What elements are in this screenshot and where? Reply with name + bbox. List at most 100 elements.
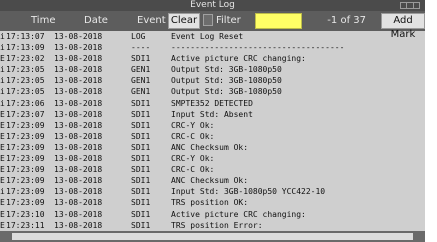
message-cell: Output Std: 3GB-1080p50	[171, 65, 282, 75]
time-cell: 17:23:07	[6, 109, 45, 119]
message-cell: Output Std: 3GB-1080p50	[171, 76, 282, 86]
log-row[interactable]: E 17:23:07 13-08-2018 SDI1 Input Std: Absent	[0, 109, 425, 120]
severity-cell: i	[0, 65, 5, 75]
message-cell: Event Log Reset	[171, 32, 244, 41]
event-cell: SDI1	[131, 54, 151, 64]
event-cell: SDI1	[131, 154, 151, 164]
time-cell: 17:13:07	[6, 32, 45, 41]
message-cell: ------------------------------------	[171, 43, 345, 53]
event-log-window: Event Log Time Date Event Clear Filter -…	[0, 0, 425, 242]
message-cell: TRS position Error:	[171, 220, 263, 230]
severity-cell: i	[0, 32, 5, 41]
filter-input[interactable]	[255, 13, 302, 29]
date-cell: 13-08-2018	[54, 154, 103, 164]
event-cell: SDI1	[131, 220, 151, 230]
log-row[interactable]: E 17:23:11 13-08-2018 SDI1 TRS position Erro…	[0, 220, 425, 231]
log-row[interactable]: i 17:13:07 13-08-2018 LOG Event Log Reset	[0, 31, 425, 42]
log-row[interactable]: E 17:23:09 13-08-2018 SDI1 CRC-Y Ok:	[0, 153, 425, 164]
date-cell: 13-08-2018	[54, 131, 103, 141]
window-controls-icon[interactable]	[400, 2, 420, 9]
column-header-date[interactable]: Date	[84, 11, 108, 31]
severity-cell: E	[0, 154, 5, 164]
message-cell: Active picture CRC changing:	[171, 54, 306, 64]
date-cell: 13-08-2018	[54, 187, 103, 197]
date-cell: 13-08-2018	[54, 87, 103, 97]
time-cell: 17:23:09	[6, 187, 45, 197]
event-cell: SDI1	[131, 131, 151, 141]
date-cell: 13-08-2018	[54, 176, 103, 186]
log-row[interactable]: i 17:23:06 13-08-2018 SDI1 SMPTE352 DETECTE…	[0, 98, 425, 109]
scrollbar-track[interactable]	[12, 233, 413, 240]
severity-cell: i	[0, 98, 5, 108]
log-row[interactable]: i 17:23:09 13-08-2018 SDI1 Input Std: 3GB-10…	[0, 186, 425, 197]
severity-cell: i	[0, 43, 5, 53]
message-cell: CRC-C Ok:	[171, 131, 215, 141]
log-row[interactable]: i 17:23:05 13-08-2018 GEN1 Output Std: 3GB-1…	[0, 64, 425, 75]
horizontal-scrollbar[interactable]	[0, 231, 425, 242]
filter-checkbox[interactable]	[203, 14, 213, 26]
event-cell: GEN1	[131, 65, 151, 75]
severity-cell: E	[0, 176, 5, 186]
time-cell: 17:23:11	[6, 220, 45, 230]
time-cell: 17:23:09	[6, 131, 45, 141]
message-cell: ANC Checksum Ok:	[171, 142, 249, 152]
log-row[interactable]: E 17:23:09 13-08-2018 SDI1 CRC-C Ok:	[0, 131, 425, 142]
event-list[interactable]: i 17:13:07 13-08-2018 LOG Event Log Reset i 17…	[0, 31, 425, 231]
log-row[interactable]: E 17:23:09 13-08-2018 SDI1 TRS position OK:	[0, 197, 425, 208]
time-cell: 17:23:02	[6, 54, 45, 64]
time-cell: 17:23:10	[6, 209, 45, 219]
log-row[interactable]: i 17:13:09 13-08-2018 ---- -----------------…	[0, 42, 425, 53]
title-bar: Event Log	[0, 0, 425, 11]
window-title: Event Log	[190, 0, 235, 10]
date-cell: 13-08-2018	[54, 209, 103, 219]
message-cell: CRC-Y Ok:	[171, 154, 215, 164]
event-cell: ----	[131, 43, 151, 53]
time-cell: 17:23:09	[6, 120, 45, 130]
severity-cell: E	[0, 109, 5, 119]
time-cell: 17:23:05	[6, 65, 45, 75]
event-cell: SDI1	[131, 176, 151, 186]
date-cell: 13-08-2018	[54, 142, 103, 152]
page-count: -1 of 37	[327, 15, 366, 26]
event-cell: GEN1	[131, 87, 151, 97]
severity-cell: E	[0, 198, 5, 208]
event-cell: SDI1	[131, 165, 151, 175]
log-row[interactable]: E 17:23:09 13-08-2018 SDI1 ANC Checksum Ok:	[0, 142, 425, 153]
event-cell: GEN1	[131, 76, 151, 86]
log-row[interactable]: E 17:23:09 13-08-2018 SDI1 CRC-Y Ok:	[0, 120, 425, 131]
message-cell: CRC-Y Ok:	[171, 120, 215, 130]
column-header-event[interactable]: Event	[137, 11, 166, 31]
log-row[interactable]: E 17:23:02 13-08-2018 SDI1 Active picture CR…	[0, 53, 425, 64]
severity-cell: E	[0, 209, 5, 219]
message-cell: Input Std: Absent	[171, 109, 253, 119]
message-cell: Output Std: 3GB-1080p50	[171, 87, 282, 97]
header-bar: Time Date Event Clear Filter -1 of 37 Ad…	[0, 11, 425, 40]
time-cell: 17:23:05	[6, 76, 45, 86]
date-cell: 13-08-2018	[54, 54, 103, 64]
log-row[interactable]: i 17:23:05 13-08-2018 GEN1 Output Std: 3GB-1…	[0, 86, 425, 97]
event-cell: SDI1	[131, 142, 151, 152]
log-row[interactable]: E 17:23:10 13-08-2018 SDI1 Active picture CR…	[0, 209, 425, 220]
add-mark-button[interactable]: Add Mark	[381, 13, 425, 40]
clear-button[interactable]: Clear	[168, 13, 200, 29]
severity-cell: E	[0, 120, 5, 130]
log-row[interactable]: i 17:23:05 13-08-2018 GEN1 Output Std: 3GB-1…	[0, 75, 425, 86]
severity-cell: E	[0, 142, 5, 152]
event-cell: SDI1	[131, 98, 151, 108]
time-cell: 17:23:09	[6, 176, 45, 186]
message-cell: Input Std: 3GB-1080p50 YCC422-10	[171, 187, 326, 197]
column-header-time[interactable]: Time	[31, 11, 55, 31]
event-cell: SDI1	[131, 209, 151, 219]
date-cell: 13-08-2018	[54, 65, 103, 75]
filter-label: Filter	[216, 15, 241, 26]
severity-cell: E	[0, 220, 5, 230]
severity-cell: E	[0, 165, 5, 175]
log-row[interactable]: E 17:23:09 13-08-2018 SDI1 ANC Checksum Ok:	[0, 175, 425, 186]
time-cell: 17:13:09	[6, 43, 45, 53]
log-row[interactable]: E 17:23:09 13-08-2018 SDI1 CRC-C Ok:	[0, 164, 425, 175]
time-cell: 17:23:09	[6, 154, 45, 164]
event-cell: SDI1	[131, 109, 151, 119]
time-cell: 17:23:05	[6, 87, 45, 97]
date-cell: 13-08-2018	[54, 198, 103, 208]
message-cell: SMPTE352 DETECTED	[171, 98, 253, 108]
